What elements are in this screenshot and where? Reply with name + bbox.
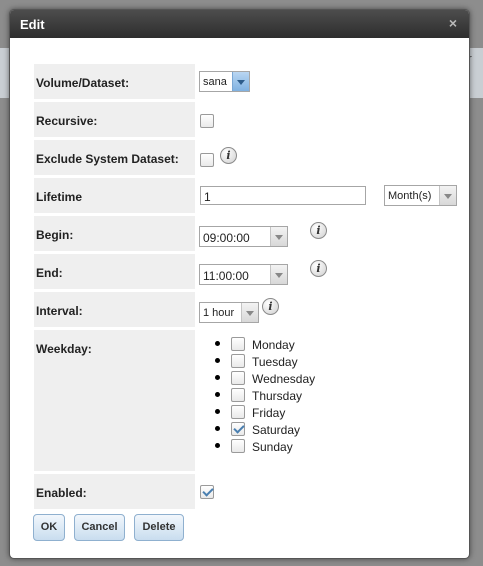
weekday-day-label: Friday (252, 406, 286, 420)
cancel-button[interactable]: Cancel (74, 514, 125, 541)
volume-field: sana (198, 64, 460, 99)
chevron-down-icon (232, 72, 249, 91)
interval-select[interactable]: 1 hour (199, 302, 259, 323)
weekday-day-label: Monday (252, 338, 295, 352)
weekday-field: Monday Tuesday Wednesday Thursday Friday… (198, 330, 460, 471)
weekday-checkbox-wednesday[interactable] (231, 371, 245, 385)
row-end: End: 11:00:00 i (34, 254, 460, 289)
begin-field: 09:00:00 i (198, 216, 460, 251)
end-field: 11:00:00 i (198, 254, 460, 289)
row-recursive: Recursive: (34, 102, 460, 137)
exclude-system-field: i (198, 140, 460, 175)
weekday-day-label: Saturday (252, 423, 301, 437)
weekday-checkbox-monday[interactable] (231, 337, 245, 351)
interval-label: Interval: (34, 292, 195, 327)
interval-value: 1 hour (203, 307, 235, 319)
row-weekday: Weekday: Monday Tuesday Wednesday Thursd… (34, 330, 460, 471)
weekday-checkbox-tuesday[interactable] (231, 354, 245, 368)
recursive-field (198, 102, 460, 137)
bullet (215, 375, 220, 380)
delete-button[interactable]: Delete (134, 514, 184, 541)
weekday-checkbox-saturday[interactable] (231, 422, 245, 436)
close-icon[interactable]: × (449, 15, 457, 31)
weekday-checkbox-sunday[interactable] (231, 439, 245, 453)
dialog-titlebar: Edit × (10, 10, 469, 38)
exclude-system-label: Exclude System Dataset: (34, 140, 195, 175)
row-interval: Interval: 1 hour i (34, 292, 460, 327)
lifetime-field: 1 Month(s) (198, 178, 460, 213)
end-value: 11:00:00 (203, 269, 249, 283)
lifetime-unit-value: Month(s) (388, 190, 432, 202)
info-icon[interactable]: i (262, 298, 279, 315)
lifetime-input[interactable]: 1 (200, 186, 366, 205)
end-label: End: (34, 254, 195, 289)
interval-field: 1 hour i (198, 292, 460, 327)
weekday-checkbox-friday[interactable] (231, 405, 245, 419)
chevron-down-icon (241, 303, 258, 322)
recursive-label: Recursive: (34, 102, 195, 137)
row-exclude-system: Exclude System Dataset: i (34, 140, 460, 175)
chevron-down-icon (270, 265, 287, 284)
weekday-label: Weekday: (34, 330, 195, 471)
row-enabled: Enabled: (34, 474, 460, 509)
volume-select[interactable]: sana (199, 71, 250, 92)
weekday-day-label: Wednesday (252, 372, 316, 386)
row-begin: Begin: 09:00:00 i (34, 216, 460, 251)
bullet (215, 443, 220, 448)
chevron-down-icon (439, 186, 456, 205)
begin-value: 09:00:00 (203, 231, 250, 245)
row-volume: Volume/Dataset: sana (34, 64, 460, 99)
weekday-day-label: Thursday (252, 389, 303, 403)
weekday-day-label: Tuesday (252, 355, 298, 369)
row-lifetime: Lifetime 1 Month(s) (34, 178, 460, 213)
recursive-checkbox[interactable] (200, 114, 214, 128)
begin-select[interactable]: 09:00:00 (199, 226, 288, 247)
enabled-checkbox[interactable] (200, 485, 214, 499)
weekday-checkbox-thursday[interactable] (231, 388, 245, 402)
bullet (215, 426, 220, 431)
weekday-day-label: Sunday (252, 440, 293, 454)
lifetime-unit-select[interactable]: Month(s) (384, 185, 457, 206)
bullet (215, 392, 220, 397)
lifetime-label: Lifetime (34, 178, 195, 213)
bullet (215, 409, 220, 414)
exclude-system-checkbox[interactable] (200, 153, 214, 167)
info-icon[interactable]: i (310, 222, 327, 239)
edit-dialog: Edit × Volume/Dataset: sana Recursive: E… (9, 9, 470, 559)
bullet (215, 341, 220, 346)
ok-button[interactable]: OK (33, 514, 65, 541)
begin-label: Begin: (34, 216, 195, 251)
end-select[interactable]: 11:00:00 (199, 264, 288, 285)
volume-value: sana (203, 76, 227, 88)
info-icon[interactable]: i (310, 260, 327, 277)
chevron-down-icon (270, 227, 287, 246)
bullet (215, 358, 220, 363)
dialog-title: Edit (20, 17, 45, 32)
enabled-field (198, 474, 460, 509)
volume-label: Volume/Dataset: (34, 64, 195, 99)
enabled-label: Enabled: (34, 474, 195, 509)
info-icon[interactable]: i (220, 147, 237, 164)
